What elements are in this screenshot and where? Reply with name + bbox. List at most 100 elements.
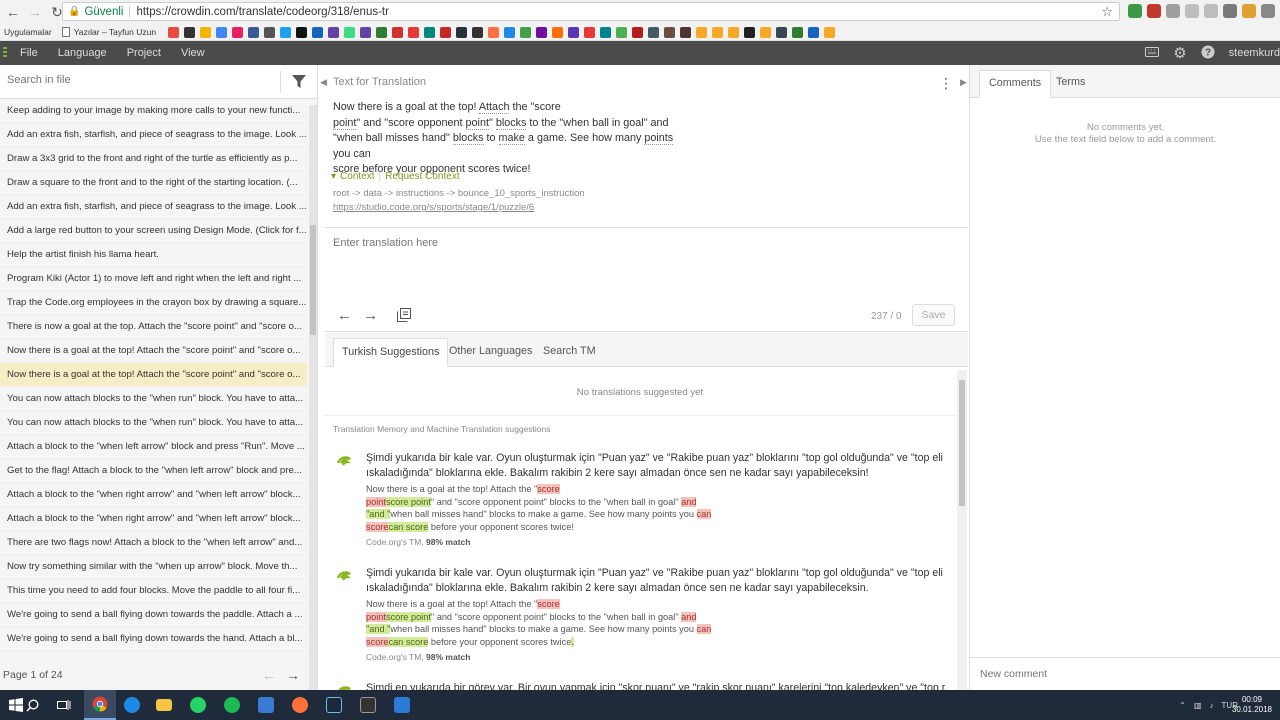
favicon-icon[interactable] <box>312 26 324 38</box>
favicon-icon[interactable] <box>744 26 756 38</box>
bookmark-apps[interactable]: Uygulamalar <box>4 27 52 37</box>
bookmark-star-icon[interactable]: ☆ <box>1101 4 1113 20</box>
favicon-icon[interactable] <box>696 26 708 38</box>
menu-view[interactable]: View <box>181 47 205 59</box>
string-list-item[interactable]: Attach a block to the "when left arrow" … <box>0 435 307 459</box>
chevron-up-icon[interactable]: ⌃ <box>1179 701 1186 710</box>
save-button[interactable]: Save <box>912 304 955 326</box>
favicon-icon[interactable] <box>280 26 292 38</box>
tab-turkish-suggestions[interactable]: Turkish Suggestions <box>333 338 449 367</box>
favicon-icon[interactable] <box>424 26 436 38</box>
favicon-icon[interactable] <box>200 26 212 38</box>
next-string-icon[interactable]: → <box>363 307 378 324</box>
favicon-icon[interactable] <box>376 26 388 38</box>
favicon-icon[interactable] <box>456 26 468 38</box>
favicon-icon[interactable] <box>568 26 580 38</box>
extension-icon[interactable] <box>1166 4 1180 18</box>
favicon-icon[interactable] <box>584 26 596 38</box>
tab-search-tm[interactable]: Search TM <box>535 338 604 367</box>
favicon-icon[interactable] <box>664 26 676 38</box>
folder-icon[interactable] <box>148 690 180 720</box>
spotify-icon[interactable] <box>216 690 248 720</box>
term-highlight[interactable]: point <box>333 116 357 130</box>
favicon-icon[interactable] <box>488 26 500 38</box>
copy-source-icon[interactable] <box>397 308 411 325</box>
favicon-icon[interactable] <box>552 26 564 38</box>
favicon-icon[interactable] <box>824 26 836 38</box>
string-list-item[interactable]: This time you need to add four blocks. M… <box>0 579 307 603</box>
favicon-icon[interactable] <box>808 26 820 38</box>
bookmark-yazilar[interactable]: Yazılar – Tayfun Uzun <box>61 27 156 37</box>
favicon-icon[interactable] <box>392 26 404 38</box>
app-icon[interactable] <box>352 690 384 720</box>
string-list-item[interactable]: Draw a square to the front and to the ri… <box>0 171 307 195</box>
string-list-item[interactable]: Trap the Code.org employees in the crayo… <box>0 291 307 315</box>
string-list-item[interactable]: Attach a block to the "when right arrow"… <box>0 483 307 507</box>
string-list-item[interactable]: Get to the flag! Attach a block to the "… <box>0 459 307 483</box>
favicon-icon[interactable] <box>328 26 340 38</box>
clock[interactable]: 00:09 30.01.2018 <box>1232 695 1272 715</box>
string-list-item[interactable]: Add a large red button to your screen us… <box>0 219 307 243</box>
extension-icon[interactable] <box>1128 4 1142 18</box>
favicon-icon[interactable] <box>216 26 228 38</box>
whatsapp-icon[interactable] <box>182 690 214 720</box>
favicon-icon[interactable] <box>168 26 180 38</box>
tab-other-languages[interactable]: Other Languages <box>441 338 540 367</box>
url-bar[interactable]: 🔒 Güvenli https://crowdin.com/translate/… <box>62 2 1120 21</box>
scrollbar[interactable] <box>309 105 317 695</box>
string-list-item[interactable]: We're going to send a ball flying down t… <box>0 627 307 651</box>
scrollbar[interactable] <box>957 370 967 690</box>
favicon-icon[interactable] <box>776 26 788 38</box>
task-view-icon[interactable] <box>48 690 80 720</box>
string-list-item[interactable]: Add an extra fish, starfish, and piece o… <box>0 195 307 219</box>
gear-icon[interactable]: ⚙ <box>1173 44 1186 62</box>
menu-language[interactable]: Language <box>58 47 107 59</box>
string-list-item[interactable]: Attach a block to the "when right arrow"… <box>0 507 307 531</box>
filter-icon[interactable] <box>292 75 306 91</box>
string-list-item[interactable]: Keep adding to your image by making more… <box>0 99 307 123</box>
favicon-icon[interactable] <box>760 26 772 38</box>
menu-file[interactable]: File <box>20 47 38 59</box>
url-text[interactable]: https://crowdin.com/translate/codeorg/31… <box>136 6 389 18</box>
extension-icon[interactable] <box>1147 4 1161 18</box>
favicon-icon[interactable] <box>248 26 260 38</box>
search-icon[interactable] <box>16 690 48 720</box>
keyboard-icon[interactable] <box>1145 46 1160 60</box>
favicon-icon[interactable] <box>360 26 372 38</box>
tab-comments[interactable]: Comments <box>979 70 1052 98</box>
volume-icon[interactable]: ♪ <box>1210 701 1214 710</box>
favicon-icon[interactable] <box>792 26 804 38</box>
grip-icon[interactable] <box>3 47 7 59</box>
tab-terms[interactable]: Terms <box>1047 70 1094 98</box>
favicon-icon[interactable] <box>296 26 308 38</box>
favicon-icon[interactable] <box>632 26 644 38</box>
help-icon[interactable]: ? <box>1201 45 1215 62</box>
edge-icon[interactable] <box>116 690 148 720</box>
new-comment-input[interactable] <box>980 668 1270 680</box>
term-highlight[interactable]: point <box>465 116 489 130</box>
store-icon[interactable] <box>250 690 282 720</box>
string-list-item[interactable]: Draw a 3x3 grid to the front and right o… <box>0 147 307 171</box>
firefox-icon[interactable] <box>284 690 316 720</box>
string-list-item[interactable]: There are two flags now! Attach a block … <box>0 531 307 555</box>
favicon-icon[interactable] <box>712 26 724 38</box>
request-context-link[interactable]: Request Context <box>385 171 460 182</box>
username[interactable]: steemkurd <box>1229 47 1280 59</box>
extension-icon[interactable] <box>1185 4 1199 18</box>
extension-icon[interactable] <box>1223 4 1237 18</box>
context-link[interactable]: https://studio.code.org/s/sports/stage/1… <box>333 202 534 213</box>
term-highlight[interactable]: make <box>498 132 525 145</box>
menu-project[interactable]: Project <box>127 47 161 59</box>
favicon-icon[interactable] <box>504 26 516 38</box>
extension-icon[interactable] <box>1242 4 1256 18</box>
scrollbar-thumb[interactable] <box>310 225 316 335</box>
string-list-item[interactable]: You can now attach blocks to the "when r… <box>0 411 307 435</box>
term-highlight[interactable]: blocks <box>495 116 527 130</box>
forward-icon[interactable]: → <box>26 3 44 21</box>
string-list-item[interactable]: Now there is a goal at the top! Attach t… <box>0 339 307 363</box>
translation-input[interactable] <box>333 237 953 297</box>
favicon-icon[interactable] <box>600 26 612 38</box>
more-options-icon[interactable]: ⋮ <box>939 75 953 92</box>
search-input[interactable] <box>7 74 277 86</box>
steam-icon[interactable] <box>318 690 350 720</box>
